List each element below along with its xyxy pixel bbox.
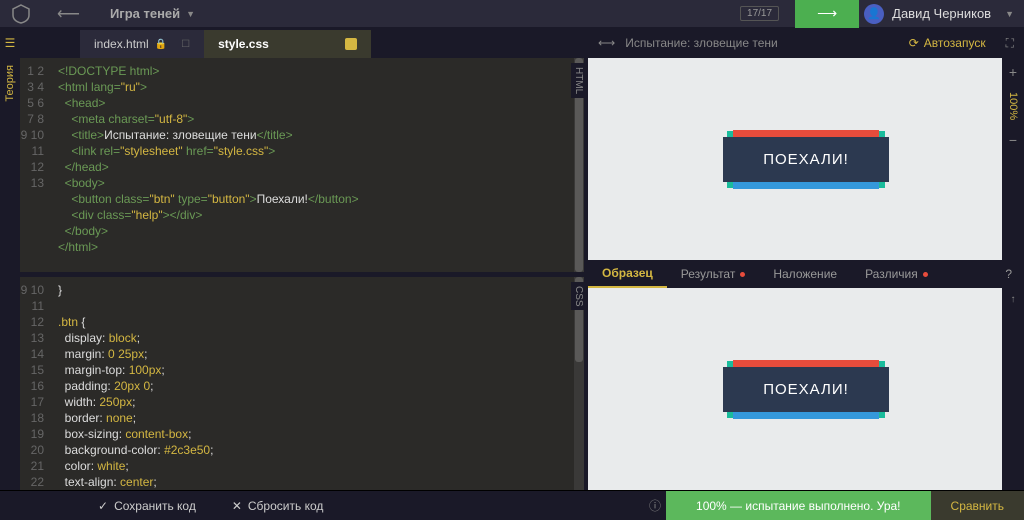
- menu-icon[interactable]: ☰: [5, 36, 16, 50]
- compare-button[interactable]: Сравнить: [931, 491, 1024, 520]
- preview-title: Испытание: зловещие тени: [625, 36, 778, 50]
- css-code[interactable]: } .btn { display: block; margin: 0 25px;…: [50, 277, 584, 491]
- resize-icon[interactable]: ⟷: [598, 36, 615, 50]
- sample-preview: ПОЕХАЛИ! ↑: [588, 288, 1024, 490]
- prev-arrow-icon[interactable]: ⟵: [57, 4, 80, 24]
- html-gutter: 1 2 3 4 5 6 7 8 9 10 11 12 13: [20, 58, 50, 272]
- html-editor[interactable]: 1 2 3 4 5 6 7 8 9 10 11 12 13 <!DOCTYPE …: [20, 58, 584, 273]
- up-arrow-icon[interactable]: ↑: [1011, 288, 1016, 311]
- avatar[interactable]: 👤: [864, 4, 884, 24]
- preview-button: ПОЕХАЛИ!: [723, 137, 889, 182]
- lock-icon: 🔒: [155, 39, 167, 50]
- save-button[interactable]: ✓Сохранить код: [80, 491, 214, 520]
- next-arrow-button[interactable]: ⟶: [795, 0, 859, 28]
- zoom-out-icon[interactable]: −: [1009, 126, 1017, 154]
- editor-tabs: index.html🔒☐ style.css: [20, 28, 584, 58]
- zoom-in-icon[interactable]: +: [1009, 58, 1017, 86]
- css-gutter: 9 10 11 12 13 14 15 16 17 18 19 20 21 22…: [20, 277, 50, 491]
- tab-sample[interactable]: Образец: [588, 260, 667, 288]
- course-title[interactable]: Игра теней: [110, 6, 180, 21]
- footer-bar: ✓Сохранить код ✕Сбросить код ⓘ 100% — ис…: [0, 490, 1024, 520]
- top-bar: ⟵ Игра теней ▼ 17/17 ⟶ 👤 Давид Черников …: [0, 0, 1024, 28]
- close-icon[interactable]: ☐: [181, 39, 190, 50]
- logo-icon[interactable]: [10, 3, 32, 25]
- help-icon[interactable]: ?: [993, 267, 1024, 281]
- tab-overlay[interactable]: Наложение: [759, 260, 851, 288]
- reset-button[interactable]: ✕Сбросить код: [214, 491, 342, 520]
- preview-header: ⟷ Испытание: зловещие тени ⟳Автозапуск ⛶: [588, 28, 1024, 58]
- info-icon[interactable]: ⓘ: [644, 497, 666, 514]
- compare-tabs: Образец Результат Наложение Различия ?: [588, 260, 1024, 288]
- theory-label: Теория: [4, 65, 16, 102]
- check-icon: ✓: [98, 499, 108, 513]
- autorun-toggle[interactable]: ⟳Автозапуск: [909, 36, 986, 50]
- tab-diff[interactable]: Различия: [851, 260, 942, 288]
- sample-button: ПОЕХАЛИ!: [723, 367, 889, 412]
- user-name[interactable]: Давид Черников: [892, 6, 991, 21]
- html-label: HTML: [571, 63, 584, 98]
- progress-badge: 17/17: [740, 6, 779, 21]
- theory-sidebar[interactable]: ☰ Теория: [0, 28, 20, 490]
- css-editor[interactable]: 9 10 11 12 13 14 15 16 17 18 19 20 21 22…: [20, 277, 584, 491]
- chevron-down-icon[interactable]: ▼: [186, 9, 195, 19]
- tab-indicator-icon: [345, 38, 357, 50]
- x-icon: ✕: [232, 499, 242, 513]
- tab-style-css[interactable]: style.css: [204, 30, 371, 58]
- tab-index-html[interactable]: index.html🔒☐: [80, 30, 204, 58]
- zoom-controls: + 100% −: [1002, 58, 1024, 260]
- zoom-percent: 100%: [1007, 86, 1019, 126]
- sample-controls: ↑: [1002, 288, 1024, 490]
- user-chevron-icon[interactable]: ▼: [1005, 9, 1014, 19]
- html-code[interactable]: <!DOCTYPE html> <html lang="ru"> <head> …: [50, 58, 584, 272]
- css-label: CSS: [571, 282, 584, 311]
- status-message: 100% — испытание выполнено. Ура!: [666, 491, 931, 520]
- tab-result[interactable]: Результат: [667, 260, 760, 288]
- result-preview: ПОЕХАЛИ! + 100% −: [588, 58, 1024, 260]
- fullscreen-icon[interactable]: ⛶: [1006, 36, 1014, 51]
